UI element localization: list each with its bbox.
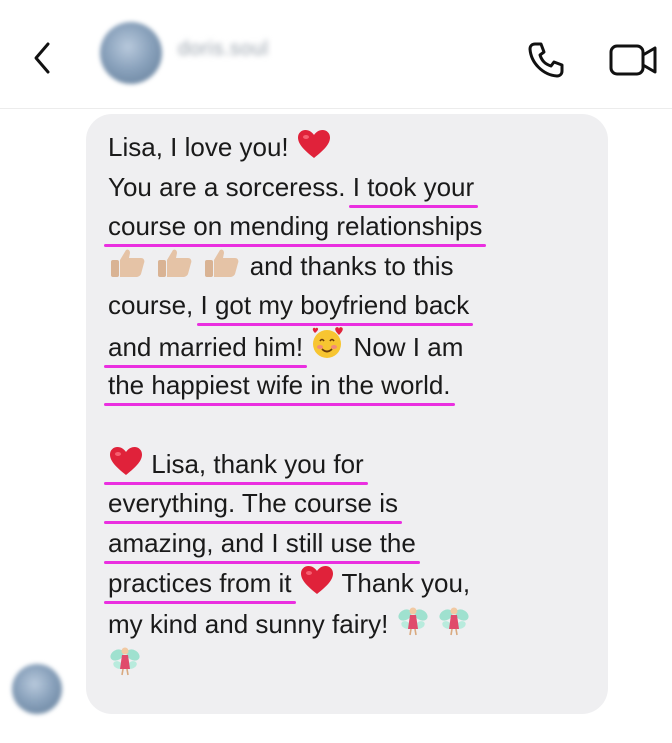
message-line: the happiest wife in the world. [108,366,598,406]
highlighted-text: I got my boyfriend back [200,290,470,321]
highlighted-text: amazing, and I still use the [108,527,416,558]
chat-header: doris.soul [0,0,672,109]
phone-icon[interactable] [526,40,566,80]
avatar[interactable] [100,22,162,84]
fairy-icon [439,607,469,636]
heart-icon [300,565,333,594]
message-line: practices from it Thank you, [108,564,598,604]
sender-avatar[interactable] [12,664,62,714]
message-line: course, I got my boyfriend back [108,290,470,321]
message-line: You are a sorceress. I took your [108,171,475,202]
heart-icon [297,130,330,158]
message-line [108,643,598,683]
highlighted-text: practices from it [108,567,292,598]
highlighted-text: Lisa, thank you for [108,446,364,479]
message-line: amazing, and I still use the [108,524,598,564]
highlighted-text: the happiest wife in the world. [108,369,451,400]
message-text: Lisa, I love you! You are a sorceress. I… [108,128,598,682]
smiling-face-with-hearts-icon [313,327,344,358]
thumbs-up-icon [111,249,145,277]
username[interactable]: doris.soul [178,38,269,61]
message-line: course on mending relationships [108,207,598,247]
video-camera-icon[interactable] [608,40,660,80]
fairy-icon [398,607,428,636]
highlighted-text: course on mending relationships [108,211,483,242]
message-line: my kind and sunny fairy! [108,603,598,643]
thumbs-up-icon [158,249,192,277]
heart-icon [110,446,142,475]
message-line: and married him! Now I am [108,326,598,366]
message-line: everything. The course is [108,484,598,524]
message-line: and thanks to this [108,247,598,287]
message-line: Lisa, thank you for [108,445,598,485]
fairy-icon [110,647,140,675]
message-line: Lisa, I love you! [108,128,598,168]
highlighted-text: I took your [352,171,475,202]
thumbs-up-icon [205,249,239,277]
highlighted-text: and married him! [108,331,304,362]
chevron-left-icon[interactable] [28,36,56,80]
highlighted-text: everything. The course is [108,488,398,519]
